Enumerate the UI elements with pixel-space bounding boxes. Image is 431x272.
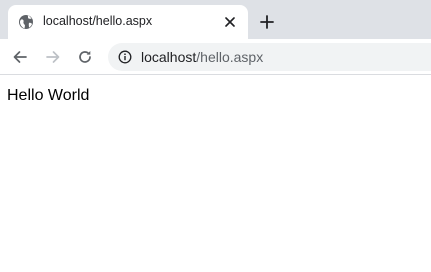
page-content: Hello World <box>0 76 431 272</box>
arrow-left-icon <box>13 51 27 63</box>
reload-icon <box>79 51 91 63</box>
reload-button[interactable] <box>75 47 95 67</box>
address-bar[interactable]: localhost/hello.aspx <box>108 43 431 71</box>
info-icon[interactable] <box>118 50 132 64</box>
back-button[interactable] <box>10 47 30 67</box>
tab-strip: localhost/hello.aspx <box>0 0 431 39</box>
new-tab-button[interactable] <box>257 12 277 32</box>
url-host: localhost <box>141 49 197 65</box>
hello-world-text: Hello World <box>7 87 90 104</box>
url-text[interactable]: localhost/hello.aspx <box>141 49 263 65</box>
toolbar: localhost/hello.aspx <box>0 39 431 75</box>
browser-tab[interactable]: localhost/hello.aspx <box>8 5 248 39</box>
tab-title: localhost/hello.aspx <box>43 14 153 28</box>
globe-icon <box>18 14 34 30</box>
url-path: /hello.aspx <box>196 49 264 65</box>
forward-button[interactable] <box>43 47 63 67</box>
plus-icon <box>260 15 274 29</box>
arrow-right-icon <box>46 51 60 63</box>
close-icon[interactable] <box>221 13 239 31</box>
